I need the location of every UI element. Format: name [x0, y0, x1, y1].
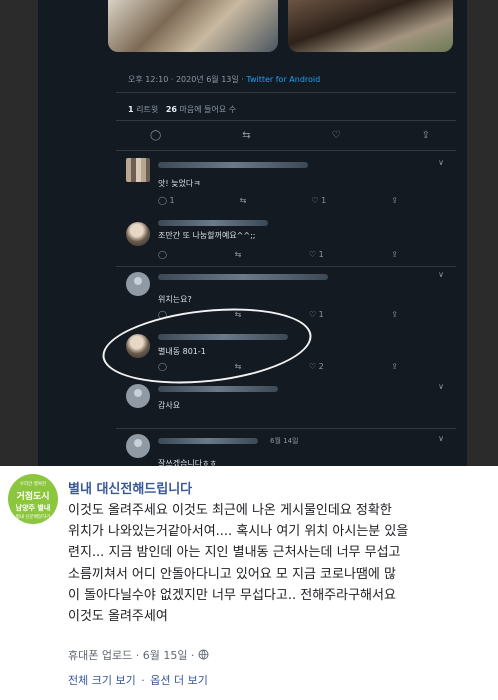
- reply-date: 6월 14일: [270, 437, 299, 445]
- chevron-down-icon[interactable]: ∨: [438, 434, 444, 443]
- post-line: 이것도 올려주세여: [68, 609, 168, 625]
- page-avatar[interactable]: 우리만 행복한 거점도시 남양주 별내 별내 신문배달하기: [8, 474, 58, 524]
- reply-text: 감사요: [158, 401, 181, 410]
- reply-icon[interactable]: ◯ 1: [158, 196, 175, 205]
- twitter-screenshot: 오후 12:10 · 2020년 6월 13일 · Twitter for An…: [38, 0, 467, 466]
- chevron-down-icon[interactable]: ∨: [438, 382, 444, 391]
- blurred-username: [158, 386, 278, 392]
- avatar[interactable]: [126, 384, 150, 408]
- like-icon[interactable]: ♡ 1: [309, 310, 324, 319]
- like-icon[interactable]: ♡: [332, 130, 341, 141]
- like-icon[interactable]: ♡ 2: [309, 362, 324, 371]
- retweet-icon[interactable]: ⇆: [242, 130, 250, 141]
- post-line: 위치가 나와있는거같아서여.... 혹시나 여기 위치 아시는분 있을: [68, 524, 409, 540]
- avatar[interactable]: [126, 158, 150, 182]
- divider: [116, 120, 456, 121]
- share-icon[interactable]: ⇪: [391, 250, 398, 259]
- divider: [116, 150, 456, 151]
- post-line: 련지... 지금 밤인데 아는 지인 별내동 근처사는데 너무 무섭고: [68, 545, 401, 561]
- share-icon[interactable]: ⇪: [391, 362, 398, 371]
- blurred-username: [158, 162, 308, 168]
- post-body: 이것도 올려주세요 이것도 최근에 나온 게시물인데요 정확한 위치가 나와있는…: [68, 500, 484, 627]
- post-footer-links: 전체 크기 보기 · 옵션 더 보기: [68, 674, 208, 687]
- divider: [116, 266, 456, 267]
- reply-text: 위치는요?: [158, 295, 192, 304]
- chevron-down-icon[interactable]: ∨: [438, 158, 444, 167]
- reply-item[interactable]: ∨ 앗! 늦었다ㅋ ◯ 1 ⇆ ♡ 1 ⇪: [116, 154, 456, 214]
- reply-text: 조만간 또 나눔할꺼예요^^;;: [158, 231, 256, 240]
- reply-text: 앗! 늦었다ㅋ: [158, 179, 201, 188]
- reply-text: 잘쓰겠습니다ㅎㅎ: [158, 459, 217, 466]
- post-line: 이것도 올려주세요 이것도 최근에 나온 게시물인데요 정확한: [68, 503, 392, 518]
- like-icon[interactable]: ♡ 1: [309, 250, 324, 259]
- retweet-icon[interactable]: ⇆: [235, 250, 242, 259]
- tweet-action-bar: ◯ ⇆ ♡ ⇪: [150, 130, 430, 141]
- like-icon[interactable]: ♡ 1: [311, 196, 326, 205]
- chevron-down-icon[interactable]: ∨: [438, 270, 444, 279]
- globe-icon: [198, 649, 209, 662]
- share-icon[interactable]: ⇪: [391, 310, 398, 319]
- tweet-stats[interactable]: 1 리트윗 26 마음에 들어요 수: [128, 104, 236, 115]
- more-options-link[interactable]: 옵션 더 보기: [150, 674, 208, 687]
- view-full-size-link[interactable]: 전체 크기 보기: [68, 674, 136, 687]
- post-line: 소름끼쳐서 어디 안돌아다니고 있어요 모 지금 코로나땜에 많: [68, 566, 396, 582]
- reply-actions: ◯ 1 ⇆ ♡ 1 ⇪: [158, 196, 398, 205]
- blurred-username: [158, 274, 328, 280]
- reply-icon[interactable]: ◯: [158, 250, 167, 259]
- divider: [116, 428, 456, 429]
- reply-item[interactable]: 조만간 또 나눔할꺼예요^^;; ◯ ⇆ ♡ 1 ⇪: [116, 216, 456, 264]
- share-icon[interactable]: ⇪: [391, 196, 398, 205]
- post-line: 이 돌아다닐수야 없겠지만 너무 무섭다고.. 전해주라구해서요: [68, 587, 396, 603]
- reply-item[interactable]: ∨ 감사요: [116, 380, 456, 424]
- tweet-client-link[interactable]: Twitter for Android: [246, 75, 320, 84]
- facebook-post: 우리만 행복한 거점도시 남양주 별내 별내 신문배달하기 별내 대신전해드립니…: [0, 466, 498, 700]
- tweet-photo-left[interactable]: [108, 0, 278, 52]
- retweet-icon[interactable]: ⇆: [240, 196, 247, 205]
- post-byline: 휴대폰 업로드 · 6월 15일 ·: [68, 647, 209, 663]
- tweet-photo-right[interactable]: [288, 0, 453, 52]
- divider: [116, 92, 456, 93]
- reply-actions: ◯ ⇆ ♡ 1 ⇪: [158, 250, 398, 259]
- blurred-username: [158, 438, 258, 444]
- tweet-timestamp: 오후 12:10 · 2020년 6월 13일 · Twitter for An…: [128, 75, 321, 84]
- avatar[interactable]: [126, 434, 150, 458]
- avatar[interactable]: [126, 222, 150, 246]
- blurred-username: [158, 220, 268, 226]
- reply-icon[interactable]: ◯: [150, 130, 161, 141]
- avatar[interactable]: [126, 272, 150, 296]
- page-name-link[interactable]: 별내 대신전해드립니다: [68, 478, 192, 497]
- share-icon[interactable]: ⇪: [422, 130, 430, 141]
